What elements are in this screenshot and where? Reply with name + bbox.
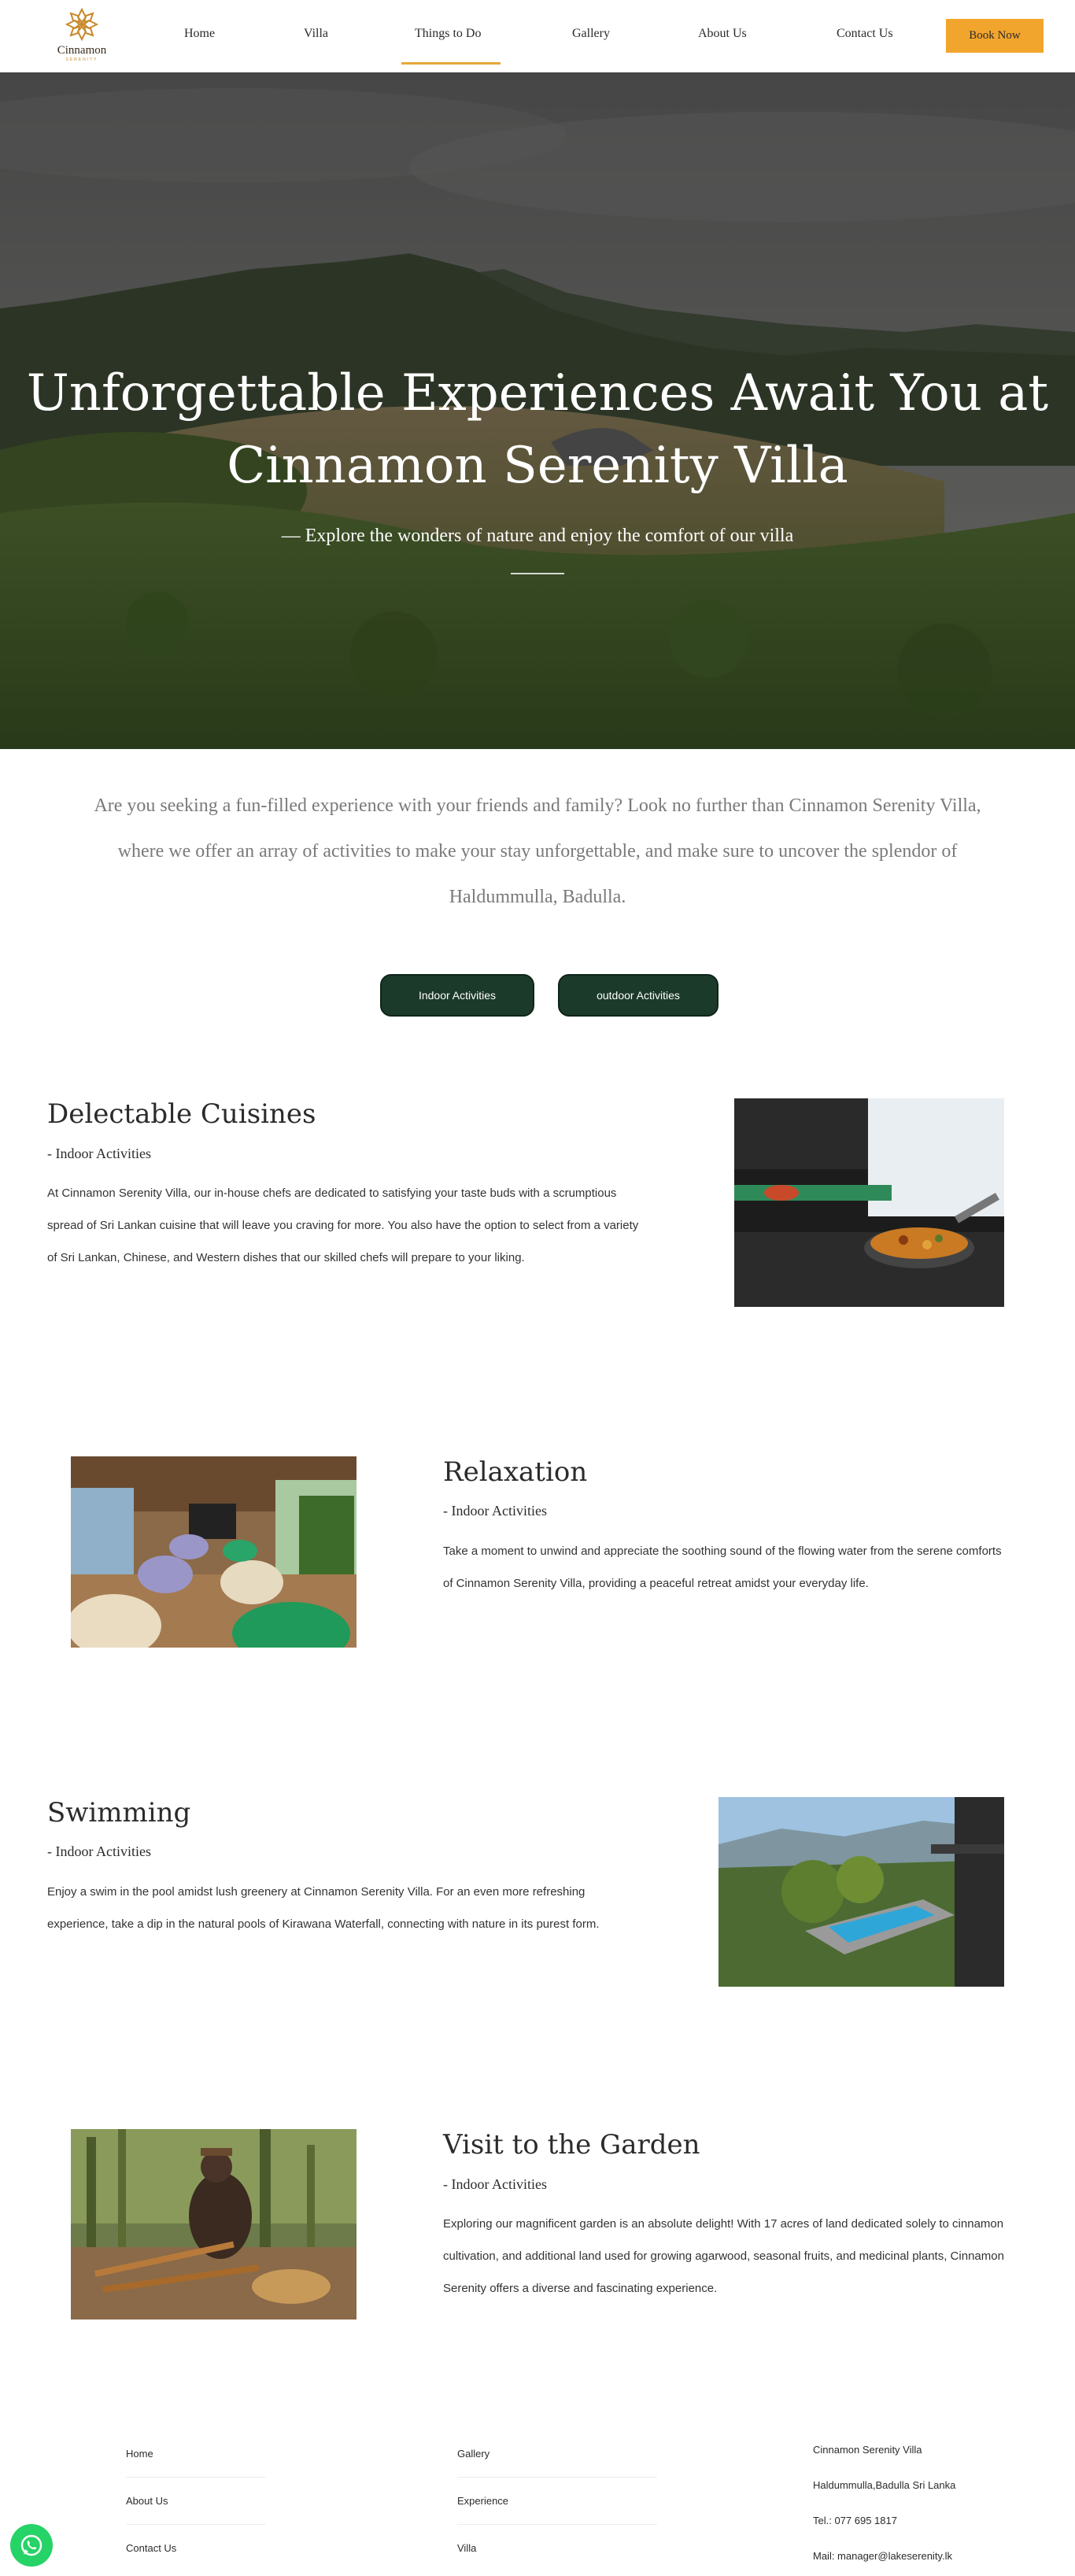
- logo[interactable]: Cinnamon SERENITY: [49, 6, 115, 63]
- section-title-swimming: Swimming: [47, 1797, 191, 1829]
- section-subtitle-garden: - Indoor Activities: [443, 2176, 547, 2192]
- footer-link-gallery[interactable]: Gallery: [457, 2448, 489, 2460]
- book-now-button[interactable]: Book Now: [946, 19, 1044, 53]
- outdoor-activities-button[interactable]: outdoor Activities: [558, 974, 719, 1017]
- footer-link-villa[interactable]: Villa: [457, 2542, 476, 2554]
- logo-subtext: SERENITY: [65, 57, 98, 62]
- pool-view-image: [719, 1797, 1004, 1987]
- cinnamon-flower-icon: [65, 7, 99, 42]
- logo-text: Cinnamon: [57, 44, 107, 57]
- section-title-cuisines: Delectable Cuisines: [47, 1098, 316, 1130]
- footer-link-contact-us[interactable]: Contact Us: [126, 2542, 176, 2554]
- chef-cooking-image: [734, 1098, 1004, 1307]
- footer-link-about-us[interactable]: About Us: [126, 2495, 168, 2507]
- cinnamon-peeling-image: [71, 2129, 356, 2320]
- footer-email[interactable]: Mail: manager@lakeserenity.lk: [813, 2550, 952, 2562]
- nav-active-indicator: [401, 62, 501, 65]
- section-subtitle-relaxation: - Indoor Activities: [443, 1503, 547, 1519]
- nav-contact-us[interactable]: Contact Us: [837, 27, 893, 41]
- indoor-activities-button[interactable]: Indoor Activities: [380, 974, 534, 1017]
- section-title-relaxation: Relaxation: [443, 1456, 588, 1488]
- footer-villa-name: Cinnamon Serenity Villa: [813, 2444, 922, 2456]
- hero-divider: [511, 573, 564, 574]
- nav-gallery[interactable]: Gallery: [572, 27, 610, 41]
- site-header: Cinnamon SERENITY Home Villa Things to D…: [0, 0, 1075, 72]
- lounge-beanbags-image: [71, 1456, 356, 1648]
- section-body-relaxation: Take a moment to unwind and appreciate t…: [443, 1544, 1002, 1590]
- footer-link-home[interactable]: Home: [126, 2448, 153, 2460]
- hero-title-line2: Cinnamon Serenity Villa: [227, 437, 848, 495]
- hero-banner: Unforgettable Experiences Await You at C…: [0, 72, 1075, 749]
- hero-subtitle: — Explore the wonders of nature and enjo…: [281, 526, 794, 546]
- section-body-garden: Exploring our magnificent garden is an a…: [443, 2217, 1004, 2295]
- section-body-swimming: Enjoy a swim in the pool amidst lush gre…: [47, 1885, 600, 1931]
- section-subtitle-cuisines: - Indoor Activities: [47, 1146, 151, 1161]
- footer-address: Haldummulla,Badulla Sri Lanka: [813, 2479, 956, 2491]
- footer-link-experience[interactable]: Experience: [457, 2495, 508, 2507]
- section-body-cuisines: At Cinnamon Serenity Villa, our in-house…: [47, 1187, 639, 1264]
- section-subtitle-swimming: - Indoor Activities: [47, 1843, 151, 1859]
- whatsapp-icon[interactable]: [10, 2524, 53, 2567]
- section-title-garden: Visit to the Garden: [443, 2129, 700, 2161]
- nav-home[interactable]: Home: [184, 27, 215, 41]
- nav-villa[interactable]: Villa: [304, 27, 328, 41]
- footer-phone[interactable]: Tel.: 077 695 1817: [813, 2515, 897, 2526]
- nav-about-us[interactable]: About Us: [698, 27, 747, 41]
- hero-title-line1: Unforgettable Experiences Await You at: [26, 364, 1049, 423]
- hero-title: Unforgettable Experiences Await You at C…: [0, 357, 1075, 502]
- nav-things-to-do[interactable]: Things to Do: [415, 27, 481, 41]
- intro-text: Are you seeking a fun-filled experience …: [94, 795, 981, 907]
